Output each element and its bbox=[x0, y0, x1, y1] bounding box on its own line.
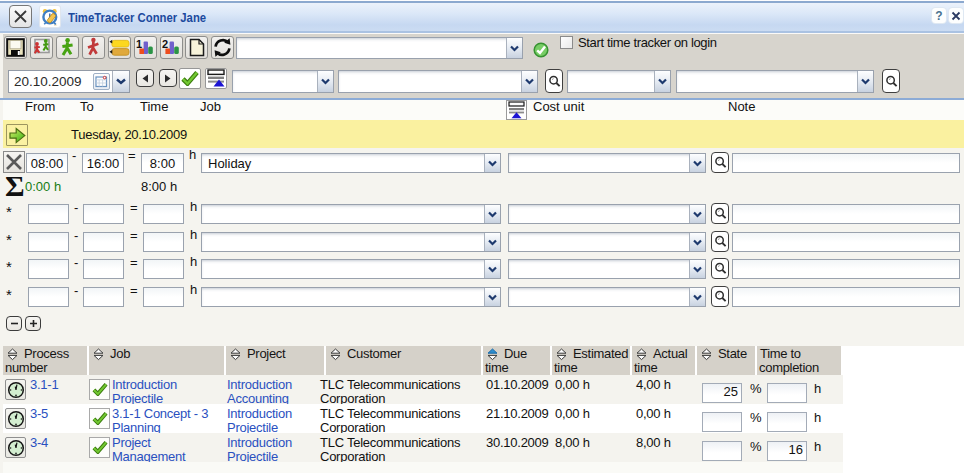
svg-text:2: 2 bbox=[162, 38, 168, 50]
svg-text:1: 1 bbox=[136, 38, 142, 50]
